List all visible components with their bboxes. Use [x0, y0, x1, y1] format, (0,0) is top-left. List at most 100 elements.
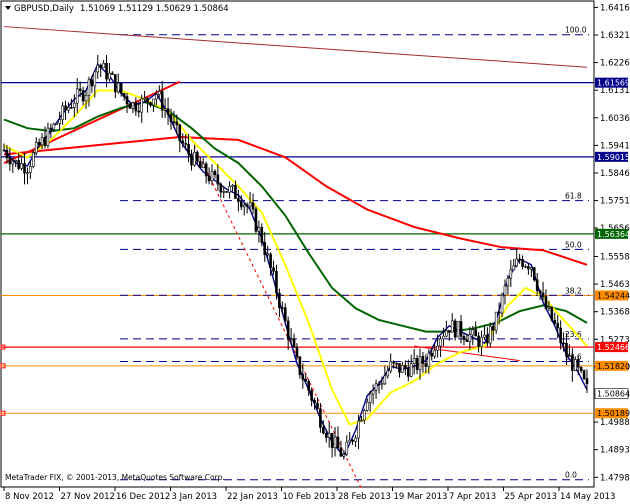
candle-body — [345, 441, 349, 455]
candle-body — [64, 105, 67, 111]
candle-body — [386, 370, 390, 377]
candle-body — [26, 172, 29, 174]
candle-body — [532, 267, 536, 281]
candle-body — [222, 191, 226, 193]
candle-body — [330, 432, 334, 449]
candle-body — [23, 163, 26, 174]
chart-window: 100.061.850.038.223.623.60.0 1.641601.63… — [0, 0, 630, 504]
candle-body — [225, 191, 228, 193]
candle-body — [34, 141, 38, 154]
candle-body — [348, 439, 351, 443]
candle-body — [521, 259, 524, 267]
candle-body — [509, 269, 513, 279]
candle-body — [172, 121, 176, 124]
candle-body — [278, 292, 281, 308]
candle-body — [149, 102, 152, 106]
candle-body — [87, 79, 91, 96]
candle-body — [125, 96, 129, 105]
candle-body — [576, 359, 580, 368]
x-tick-label: 28 Feb 2013 — [338, 492, 391, 502]
candle-body — [128, 103, 132, 109]
candle-body — [418, 356, 422, 371]
candle-body — [412, 358, 416, 364]
candle-body — [433, 350, 436, 357]
candle-body — [231, 184, 234, 187]
candle-body — [43, 136, 47, 147]
candle-body — [213, 170, 217, 176]
candle-body — [547, 306, 551, 309]
candle-body — [242, 204, 246, 208]
candle-body — [298, 356, 302, 375]
candle-body — [67, 107, 70, 111]
candle-body — [295, 346, 299, 358]
y-tick-label: 1.53685 — [600, 308, 630, 318]
candle-body — [374, 383, 378, 391]
candle-body — [474, 329, 477, 337]
candle-body — [169, 114, 173, 123]
x-tick-label: 16 Dec 2012 — [116, 492, 170, 502]
y-tick-label: 1.57510 — [600, 197, 630, 207]
candle-body — [2, 149, 6, 152]
candle-body — [424, 363, 428, 367]
copyright-text: MetaTrader FIX, © 2001-2013, MetaQuotes … — [5, 473, 225, 482]
candle-body — [339, 447, 343, 457]
candle-body — [327, 432, 331, 438]
candle-body — [114, 74, 117, 93]
candle-body — [494, 311, 498, 331]
candle-body — [421, 356, 425, 364]
candle-body — [518, 258, 521, 261]
price-chart[interactable]: 100.061.850.038.223.623.60.0 1.641601.63… — [0, 0, 630, 504]
candle-body — [37, 141, 41, 146]
candle-body — [310, 390, 313, 401]
candle-body — [8, 157, 12, 165]
candle-body — [289, 338, 293, 341]
candle-body — [368, 393, 372, 403]
candle-body — [75, 88, 79, 104]
candle-body — [406, 368, 410, 377]
candle-body — [260, 227, 264, 243]
candle-body — [573, 359, 577, 371]
candle-body — [477, 335, 480, 348]
candle-body — [538, 290, 542, 294]
candle-body — [31, 152, 35, 167]
candle-body — [20, 163, 23, 169]
candle-body — [234, 184, 237, 199]
candle-body — [198, 161, 202, 168]
candle-body — [465, 339, 469, 342]
candle-body — [489, 326, 492, 344]
candle-body — [292, 338, 296, 348]
candle-body — [316, 402, 319, 409]
candle-body — [143, 98, 146, 100]
candle-body — [436, 345, 439, 351]
candle-body — [119, 82, 123, 94]
candle-body — [5, 149, 9, 159]
candle-body — [281, 307, 284, 309]
candle-body — [137, 110, 141, 113]
y-tick-label: 1.48935 — [600, 446, 630, 456]
candle-body — [535, 279, 539, 292]
y-tick-label: 1.63210 — [600, 31, 630, 41]
y-tick-label: 1.49885 — [600, 418, 630, 428]
candle-body — [483, 334, 486, 338]
candle-body — [445, 330, 448, 337]
candle-body — [166, 108, 170, 115]
candle-body — [456, 321, 460, 338]
candle-body — [307, 380, 310, 391]
x-tick-label: 14 May 2013 — [560, 492, 615, 502]
candle-body — [240, 201, 243, 208]
x-tick-label: 27 Nov 2012 — [61, 492, 115, 502]
candle-body — [157, 91, 161, 95]
candle-body — [245, 204, 249, 207]
y-tick-label: 1.54635 — [600, 280, 630, 290]
candle-body — [430, 352, 434, 357]
candle-body — [304, 378, 308, 382]
candle-body — [58, 119, 61, 124]
candle-body — [193, 152, 196, 166]
candle-body — [216, 174, 220, 185]
candle-body — [471, 329, 475, 336]
candle-body — [559, 327, 562, 344]
candle-body — [427, 352, 431, 367]
level-label: 1.50189 — [597, 409, 630, 418]
candle-body — [512, 265, 516, 271]
candle-body — [380, 383, 384, 386]
